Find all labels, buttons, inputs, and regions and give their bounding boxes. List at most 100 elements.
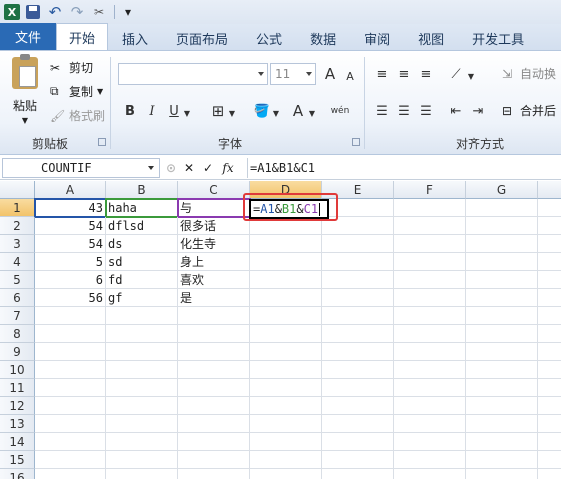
grid-cell[interactable] — [250, 379, 322, 397]
row-header[interactable]: 7 — [0, 307, 35, 325]
fill-dropdown-icon[interactable]: ▼ — [271, 103, 281, 123]
row-header[interactable]: 14 — [0, 433, 35, 451]
row-header[interactable]: 10 — [0, 361, 35, 379]
grid-cell[interactable] — [35, 397, 106, 415]
font-color-button[interactable]: A — [288, 101, 308, 121]
copy-button[interactable]: ⧉ 复制 ▼ — [50, 83, 103, 100]
grid-cell[interactable] — [250, 289, 322, 307]
bold-button[interactable]: B — [120, 101, 140, 121]
grid-cell[interactable] — [106, 433, 178, 451]
grid-cell[interactable] — [394, 361, 466, 379]
grid-cell[interactable] — [250, 235, 322, 253]
grid-cell[interactable] — [322, 235, 394, 253]
grid-cell[interactable] — [466, 469, 538, 479]
column-header-a[interactable]: A — [35, 181, 106, 199]
grid-cell[interactable] — [466, 379, 538, 397]
tab-review[interactable]: 审阅 — [350, 26, 404, 50]
grid-cell[interactable]: 6 — [35, 271, 106, 289]
format-painter-button[interactable]: 🖌 格式刷 — [50, 107, 105, 124]
grid-cell[interactable] — [178, 451, 250, 469]
column-header-b[interactable]: B — [106, 181, 178, 199]
underline-dropdown-icon[interactable]: ▼ — [182, 103, 192, 123]
grid-cell[interactable] — [322, 433, 394, 451]
column-header-f[interactable]: F — [394, 181, 466, 199]
grid-cell[interactable] — [538, 217, 561, 235]
grid-cell[interactable] — [250, 361, 322, 379]
grid-cell[interactable] — [538, 271, 561, 289]
column-header-c[interactable]: C — [178, 181, 250, 199]
grid-cell[interactable] — [250, 253, 322, 271]
grid-cell[interactable] — [106, 397, 178, 415]
underline-button[interactable]: U — [164, 101, 184, 121]
grid-cell[interactable]: haha — [105, 198, 179, 218]
grid-cell[interactable] — [538, 307, 561, 325]
grid-cell[interactable] — [35, 361, 106, 379]
save-icon[interactable] — [24, 3, 42, 21]
grid-cell[interactable]: ds — [106, 235, 178, 253]
grid-cell[interactable]: 5 — [35, 253, 106, 271]
excel-logo-icon[interactable]: X — [4, 4, 20, 20]
grid-cell[interactable] — [250, 343, 322, 361]
grid-cell[interactable] — [538, 253, 561, 271]
decrease-indent-icon[interactable]: ⇤ — [446, 101, 466, 121]
grid-cell[interactable] — [250, 271, 322, 289]
grid-cell[interactable] — [322, 343, 394, 361]
grid-cell[interactable]: 是 — [178, 289, 250, 307]
select-all-corner[interactable] — [0, 181, 35, 199]
align-top-icon[interactable]: ≡ — [372, 64, 392, 84]
grid-cell[interactable] — [35, 451, 106, 469]
increase-indent-icon[interactable]: ⇥ — [468, 101, 488, 121]
grid-cell[interactable]: 54 — [35, 235, 106, 253]
phonetic-button[interactable]: wén — [328, 101, 352, 121]
row-header[interactable]: 13 — [0, 415, 35, 433]
row-header[interactable]: 16 — [0, 469, 35, 479]
grid-cell[interactable] — [538, 415, 561, 433]
grid-cell[interactable] — [178, 343, 250, 361]
grid-cell[interactable] — [106, 307, 178, 325]
grid-cell[interactable] — [322, 379, 394, 397]
align-center-icon[interactable]: ☰ — [394, 101, 414, 121]
tools-icon[interactable]: ✂ — [90, 3, 108, 21]
grid-cell[interactable] — [538, 451, 561, 469]
tab-formulas[interactable]: 公式 — [242, 26, 296, 50]
column-header-h[interactable] — [538, 181, 561, 199]
row-header[interactable]: 8 — [0, 325, 35, 343]
redo-icon[interactable]: ↷ — [68, 3, 86, 21]
grid-cell[interactable] — [178, 469, 250, 479]
merge-center-button[interactable]: ⊟ 合并后 — [502, 102, 556, 119]
grid-cell[interactable]: fd — [106, 271, 178, 289]
grid-cell[interactable] — [250, 397, 322, 415]
fill-color-button[interactable]: 🪣 — [252, 101, 272, 121]
grid-cell[interactable] — [178, 361, 250, 379]
tab-file[interactable]: 文件 — [0, 23, 56, 50]
grid-cell[interactable] — [106, 325, 178, 343]
grid-cell[interactable] — [466, 289, 538, 307]
grid-cell[interactable] — [466, 325, 538, 343]
grid-cell[interactable] — [466, 433, 538, 451]
row-header[interactable]: 3 — [0, 235, 35, 253]
grid-cell[interactable] — [178, 325, 250, 343]
column-header-g[interactable]: G — [466, 181, 538, 199]
grid-cell[interactable]: 56 — [35, 289, 106, 307]
grid-cell[interactable] — [106, 343, 178, 361]
grid-cell[interactable]: 很多话 — [178, 217, 250, 235]
grid-cell[interactable] — [466, 307, 538, 325]
tab-data[interactable]: 数据 — [296, 26, 350, 50]
row-header[interactable]: 15 — [0, 451, 35, 469]
paste-button[interactable]: 粘贴 ▼ — [8, 54, 42, 130]
grid-cell[interactable] — [466, 343, 538, 361]
grid-cell[interactable]: 54 — [35, 217, 106, 235]
grid-cell[interactable] — [466, 415, 538, 433]
grid-cell[interactable] — [466, 253, 538, 271]
grid-cell[interactable] — [394, 235, 466, 253]
grid-cell[interactable]: 化生寺 — [178, 235, 250, 253]
grid-cell[interactable] — [35, 379, 106, 397]
grid-cell[interactable] — [538, 199, 561, 217]
grid-cell[interactable] — [394, 415, 466, 433]
tab-view[interactable]: 视图 — [404, 26, 458, 50]
grid-cell[interactable] — [178, 433, 250, 451]
undo-icon[interactable]: ↶ — [46, 3, 64, 21]
grid-cell[interactable] — [394, 217, 466, 235]
italic-button[interactable]: I — [142, 101, 162, 121]
grid-cell[interactable] — [466, 451, 538, 469]
